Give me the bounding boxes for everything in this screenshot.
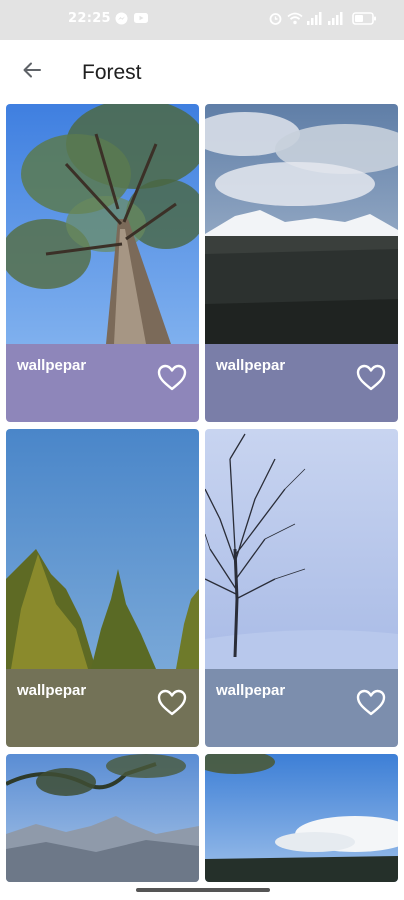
battery-icon [352,12,377,29]
wallpaper-card[interactable] [6,754,199,882]
wallpaper-label: wallpepar [17,682,87,699]
signal-icon [307,12,323,29]
wallpaper-label: wallpepar [17,357,87,374]
back-button[interactable] [14,54,50,90]
status-time: 22:25 [68,11,111,26]
wallpaper-image [205,429,398,669]
wifi-icon [287,12,303,29]
wallpaper-footer: wallpepar [205,344,398,422]
arrow-left-icon [21,59,43,86]
wallpaper-card[interactable]: wallpepar [6,104,199,422]
app-bar: Forest [0,40,404,104]
wallpaper-image [205,104,398,344]
status-bar: 22:25 [0,0,404,40]
wallpaper-image [6,429,199,669]
wallpaper-card[interactable]: wallpepar [205,429,398,747]
youtube-icon [134,12,148,28]
wallpaper-label: wallpepar [216,682,286,699]
wallpaper-image [205,754,398,882]
heart-outline-icon[interactable] [156,687,188,719]
wallpaper-footer: wallpepar [6,344,199,422]
wallpaper-card[interactable] [205,754,398,882]
signal-icon [328,12,344,29]
wallpaper-footer: wallpepar [205,669,398,747]
wallpaper-footer: wallpepar [6,669,199,747]
messenger-icon [115,12,128,29]
heart-outline-icon[interactable] [355,687,387,719]
wallpaper-card[interactable]: wallpepar [205,104,398,422]
heart-outline-icon[interactable] [355,362,387,394]
wallpaper-label: wallpepar [216,357,286,374]
wallpaper-card[interactable]: wallpepar [6,429,199,747]
home-indicator[interactable] [136,888,270,892]
alarm-icon [269,12,282,29]
page-title: Forest [82,61,142,84]
wallpaper-image [6,754,199,882]
heart-outline-icon[interactable] [156,362,188,394]
wallpaper-image [6,104,199,344]
